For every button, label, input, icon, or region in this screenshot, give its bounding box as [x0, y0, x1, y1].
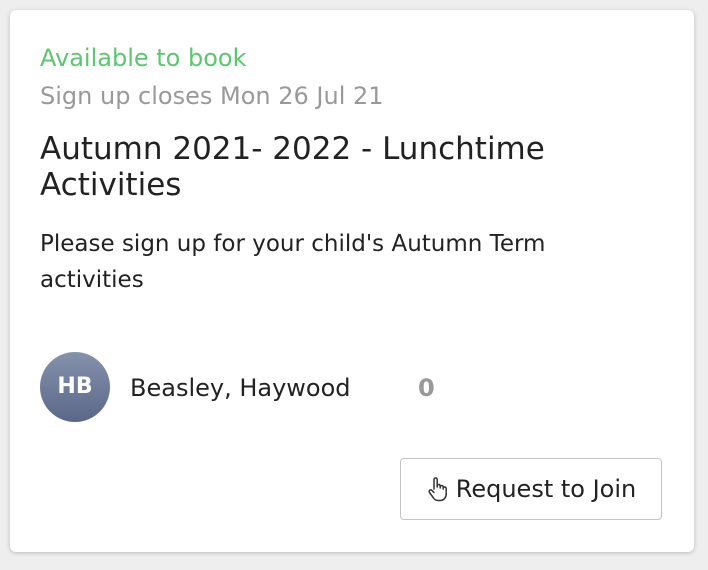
pointing-hand-icon — [426, 476, 450, 502]
request-to-join-label: Request to Join — [455, 475, 637, 503]
availability-status: Available to book — [40, 44, 247, 72]
activity-title: Autumn 2021- 2022 - Lunchtime Activities — [40, 131, 545, 203]
request-to-join-button[interactable]: Request to Join — [400, 458, 662, 520]
avatar: HB — [40, 352, 110, 422]
activity-card: Available to book Sign up closes Mon 26 … — [10, 10, 694, 552]
signup-close-date: Sign up closes Mon 26 Jul 21 — [40, 82, 384, 110]
member-name: Beasley, Haywood — [130, 374, 351, 402]
member-count: 0 — [418, 374, 435, 402]
activity-description: Please sign up for your child's Autumn T… — [40, 231, 546, 293]
